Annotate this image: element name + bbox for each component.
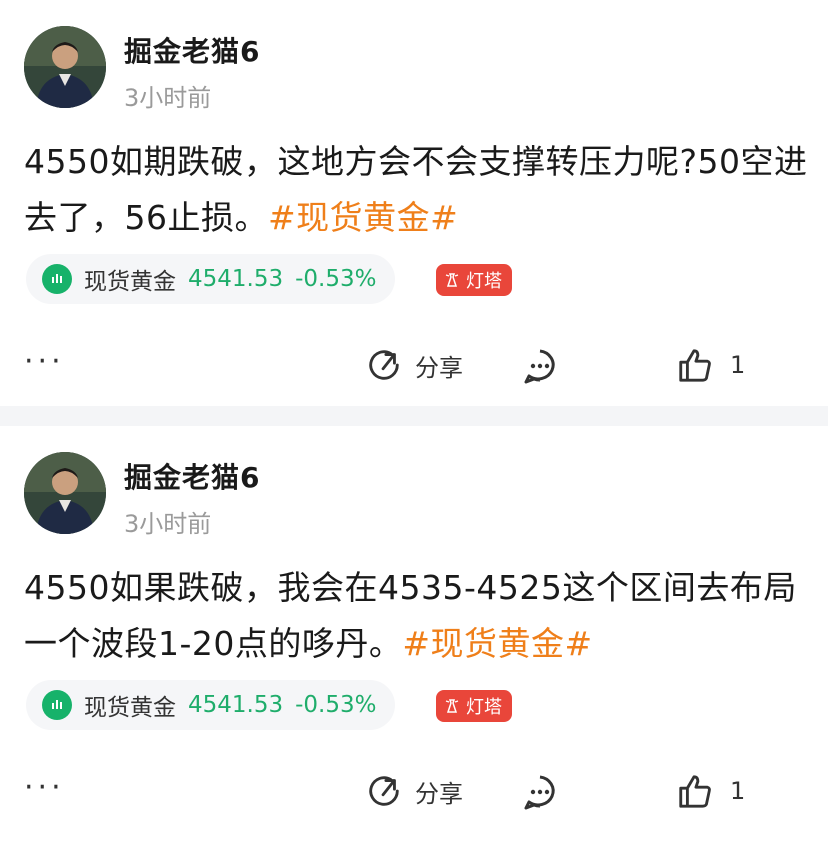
thumbs-up-icon: [679, 349, 711, 382]
post-content: 4550如果跌破，我会在4535-4525这个区间去布局一个波段1-20点的哆丹…: [24, 560, 814, 672]
share-button[interactable]: 分享: [365, 772, 463, 810]
share-label: 分享: [415, 779, 463, 808]
comment-button[interactable]: [520, 346, 560, 390]
like-count: 1: [730, 777, 746, 805]
chart-bars-icon: [42, 690, 72, 720]
lighthouse-badge[interactable]: 灯塔: [436, 264, 512, 296]
quote-price: 4541.53: [188, 692, 284, 718]
quote-change: -0.53%: [295, 266, 377, 292]
quote-name: 现货黄金: [84, 695, 176, 721]
quote-price: 4541.53: [188, 266, 284, 292]
post-content: 4550如期跌破，这地方会不会支撑转压力呢?50空进去了，56止损。#现货黄金#: [24, 134, 814, 246]
thumbs-up-icon: [679, 775, 711, 808]
action-bar: ··· 分享 1: [0, 340, 828, 392]
like-button[interactable]: 1: [676, 772, 745, 810]
avatar[interactable]: [24, 452, 106, 534]
post-separator: [0, 406, 828, 426]
badge-label: 灯塔: [466, 271, 502, 292]
share-button[interactable]: 分享: [365, 346, 463, 384]
hashtag-link[interactable]: #现货黄金#: [268, 198, 458, 237]
quote-card[interactable]: 现货黄金 4541.53 -0.53%: [26, 254, 395, 304]
like-button[interactable]: 1: [676, 346, 745, 384]
share-icon: [369, 776, 399, 806]
quote-name: 现货黄金: [84, 269, 176, 295]
post-card: 掘金老猫6 3小时前 4550如果跌破，我会在4535-4525这个区间去布局一…: [0, 426, 828, 854]
author-name[interactable]: 掘金老猫6: [124, 456, 260, 496]
comment-button[interactable]: [520, 772, 560, 816]
lighthouse-badge[interactable]: 灯塔: [436, 690, 512, 722]
more-button[interactable]: ···: [24, 773, 65, 803]
avatar[interactable]: [24, 26, 106, 108]
post-time: 3小时前: [124, 84, 212, 112]
share-label: 分享: [415, 353, 463, 382]
quote-card[interactable]: 现货黄金 4541.53 -0.53%: [26, 680, 395, 730]
author-name[interactable]: 掘金老猫6: [124, 30, 260, 70]
chart-bars-icon: [42, 264, 72, 294]
comment-icon: [524, 349, 555, 384]
post-time: 3小时前: [124, 510, 212, 538]
comment-icon: [524, 775, 555, 810]
more-button[interactable]: ···: [24, 347, 65, 377]
lighthouse-icon: [445, 273, 459, 287]
badge-label: 灯塔: [466, 697, 502, 718]
hashtag-link[interactable]: #现货黄金#: [402, 624, 592, 663]
action-bar: ··· 分享 1: [0, 766, 828, 818]
like-count: 1: [730, 351, 746, 379]
lighthouse-icon: [445, 699, 459, 713]
post-card: 掘金老猫6 3小时前 4550如期跌破，这地方会不会支撑转压力呢?50空进去了，…: [0, 0, 828, 406]
share-icon: [369, 350, 399, 380]
quote-change: -0.53%: [295, 692, 377, 718]
